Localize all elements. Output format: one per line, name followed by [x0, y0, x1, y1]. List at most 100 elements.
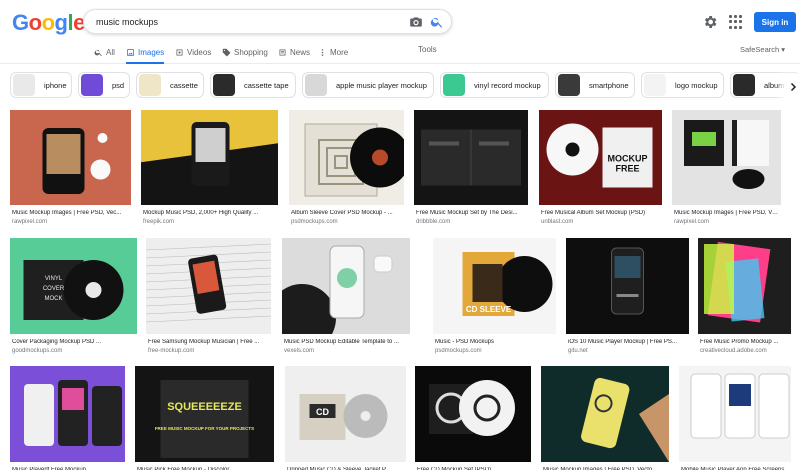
chip-thumbnail [644, 74, 666, 96]
chip-thumbnail [139, 74, 161, 96]
result-thumbnail[interactable]: VINYL COVER MOCK [10, 238, 137, 334]
google-logo[interactable]: Google [12, 10, 85, 36]
sign-in-button[interactable]: Sign in [754, 12, 796, 32]
result-thumbnail[interactable] [10, 366, 125, 462]
related-search-chip[interactable]: cassette tape [210, 72, 296, 98]
result-title[interactable]: Free Samsung Mockup Musician | Free ... [148, 339, 271, 345]
tab-videos-label: Videos [187, 47, 212, 57]
camera-icon[interactable] [409, 15, 423, 29]
search-tabs: All Images Videos Shopping News More Too… [0, 40, 800, 64]
chip-thumbnail [213, 74, 235, 96]
result-thumbnail[interactable] [146, 238, 271, 334]
image-result[interactable]: Free Music Mockup Set by The Desi... drib… [414, 110, 528, 229]
result-thumbnail[interactable] [679, 366, 791, 462]
related-search-chip[interactable]: vinyl record mockup [440, 72, 549, 98]
result-thumbnail[interactable] [566, 238, 689, 334]
gear-icon[interactable] [702, 14, 718, 30]
image-result[interactable]: Free CD Mockup Set (PSD) [415, 366, 531, 470]
search-box[interactable] [83, 9, 452, 34]
tools-button[interactable]: Tools [418, 45, 437, 54]
chip-label: album [764, 80, 785, 90]
result-title[interactable]: Free Music Promo Mockup ... [700, 339, 791, 345]
result-thumbnail[interactable] [289, 110, 404, 205]
svg-text:CD SLEEVE: CD SLEEVE [466, 305, 512, 314]
image-result[interactable]: CD Dripped Music CD & Sleeve Jacket P... [285, 366, 406, 470]
svg-text:MOCKUP: MOCKUP [608, 154, 648, 164]
image-result[interactable]: Music PSD Mockup Editable Template to ..… [282, 238, 410, 358]
search-icon[interactable] [430, 15, 444, 29]
result-source: rawpixel.com [12, 219, 48, 225]
result-source: psdmockups.com [435, 348, 482, 354]
safesearch-menu[interactable]: SafeSearch ▾ [740, 45, 785, 54]
logo-letter: G [12, 10, 29, 35]
result-title[interactable]: Free Music Mockup Set by The Desi... [416, 210, 528, 216]
related-search-chip[interactable]: apple music player mockup [302, 72, 434, 98]
tab-shopping[interactable]: Shopping [222, 45, 268, 59]
chip-thumbnail [13, 74, 35, 96]
image-result[interactable]: SQUEEEEEZE FREE MUSIC MOCKUP FOR YOUR PRO… [135, 366, 274, 470]
result-title[interactable]: iOS 10 Music Player Mockup | Free PS... [568, 339, 689, 345]
image-result[interactable]: Mockup Music PSD, 2,000+ High Quality ..… [141, 110, 278, 229]
related-search-chip[interactable]: logo mockup [641, 72, 724, 98]
svg-text:MOCK: MOCK [45, 296, 63, 302]
result-thumbnail[interactable]: CD SLEEVE [433, 238, 556, 334]
image-result[interactable]: VINYL COVER MOCK Cover Packaging Mockup PSD… [10, 238, 137, 358]
related-search-chip[interactable]: iphone [10, 72, 72, 98]
result-thumbnail[interactable] [10, 110, 131, 205]
result-thumbnail[interactable] [141, 110, 278, 205]
result-title[interactable]: Cover Packaging Mockup PSD ... [12, 339, 137, 345]
image-result[interactable]: Mobile Music Player App Free Screens... [679, 366, 791, 470]
image-result[interactable]: CD SLEEVE Music - PSD Mockups psdmockups.c… [433, 238, 556, 358]
svg-text:FREE: FREE [615, 164, 639, 174]
chip-label: cassette tape [244, 80, 289, 90]
image-result[interactable]: Free Samsung Mockup Musician | Free ... f… [146, 238, 271, 358]
chip-label: iphone [44, 80, 67, 90]
result-source: freepik.com [143, 219, 175, 225]
tab-all[interactable]: All [94, 45, 115, 59]
chips-next-button[interactable] [784, 74, 800, 100]
result-title[interactable]: Free Musical Album Set Mockup (PSD) [541, 210, 662, 216]
result-source: goodmockups.com [12, 348, 63, 354]
result-title[interactable]: Music Mockup Images | Free PSD, Vec... [12, 210, 131, 216]
tab-news[interactable]: News [278, 45, 310, 59]
result-title[interactable]: Mockup Music PSD, 2,000+ High Quality ..… [143, 210, 278, 216]
chip-thumbnail [558, 74, 580, 96]
image-result[interactable]: Music Mockup Images | Free PSD, Vec... ra… [10, 110, 131, 229]
tab-shopping-label: Shopping [234, 47, 268, 57]
active-tab-indicator [126, 62, 164, 64]
result-thumbnail[interactable] [541, 366, 669, 462]
chip-label: apple music player mockup [336, 80, 427, 90]
tab-more[interactable]: More [318, 45, 348, 59]
result-title[interactable]: Music - PSD Mockups [435, 339, 556, 345]
logo-letter: o [41, 10, 55, 35]
related-search-chip[interactable]: psd [78, 72, 130, 98]
image-result[interactable]: Music Mockup Images | Free PSD, Vecto... [541, 366, 669, 470]
result-thumbnail[interactable] [698, 238, 791, 334]
image-result[interactable]: Music Playerlf Free Mockup [10, 366, 125, 470]
image-result[interactable]: Album Sleeve Cover PSD Mockup - ... psdmo… [289, 110, 404, 229]
result-thumbnail[interactable] [282, 238, 410, 334]
related-search-chip[interactable]: smartphone [555, 72, 635, 98]
result-thumbnail[interactable] [672, 110, 781, 205]
tab-videos[interactable]: Videos [175, 45, 211, 59]
result-thumbnail[interactable]: MOCKUP FREE [539, 110, 662, 205]
result-title[interactable]: Music Mockup Images | Free PSD, Vec... [674, 210, 781, 216]
result-thumbnail[interactable]: SQUEEEEEZE FREE MUSIC MOCKUP FOR YOUR PRO… [135, 366, 274, 462]
image-result[interactable]: iOS 10 Music Player Mockup | Free PS... g… [566, 238, 689, 358]
apps-grid-icon[interactable] [729, 15, 743, 29]
result-title[interactable]: Music PSD Mockup Editable Template to ..… [284, 339, 410, 345]
result-title[interactable]: Album Sleeve Cover PSD Mockup - ... [291, 210, 404, 216]
tab-images-label: Images [138, 47, 165, 57]
result-thumbnail[interactable] [415, 366, 531, 462]
svg-text:VINYL: VINYL [45, 276, 63, 282]
related-search-chip[interactable]: cassette [136, 72, 204, 98]
image-result[interactable]: Music Mockup Images | Free PSD, Vec... ra… [672, 110, 781, 229]
search-input[interactable] [96, 14, 396, 30]
chip-thumbnail [305, 74, 327, 96]
image-result[interactable]: Free Music Promo Mockup ... creativecloud… [698, 238, 791, 358]
result-thumbnail[interactable] [414, 110, 528, 205]
image-result[interactable]: MOCKUP FREE Free Musical Album Set Mockup … [539, 110, 662, 229]
result-source: psdmockups.com [291, 219, 338, 225]
tab-images[interactable]: Images [126, 45, 164, 59]
result-thumbnail[interactable]: CD [285, 366, 406, 462]
